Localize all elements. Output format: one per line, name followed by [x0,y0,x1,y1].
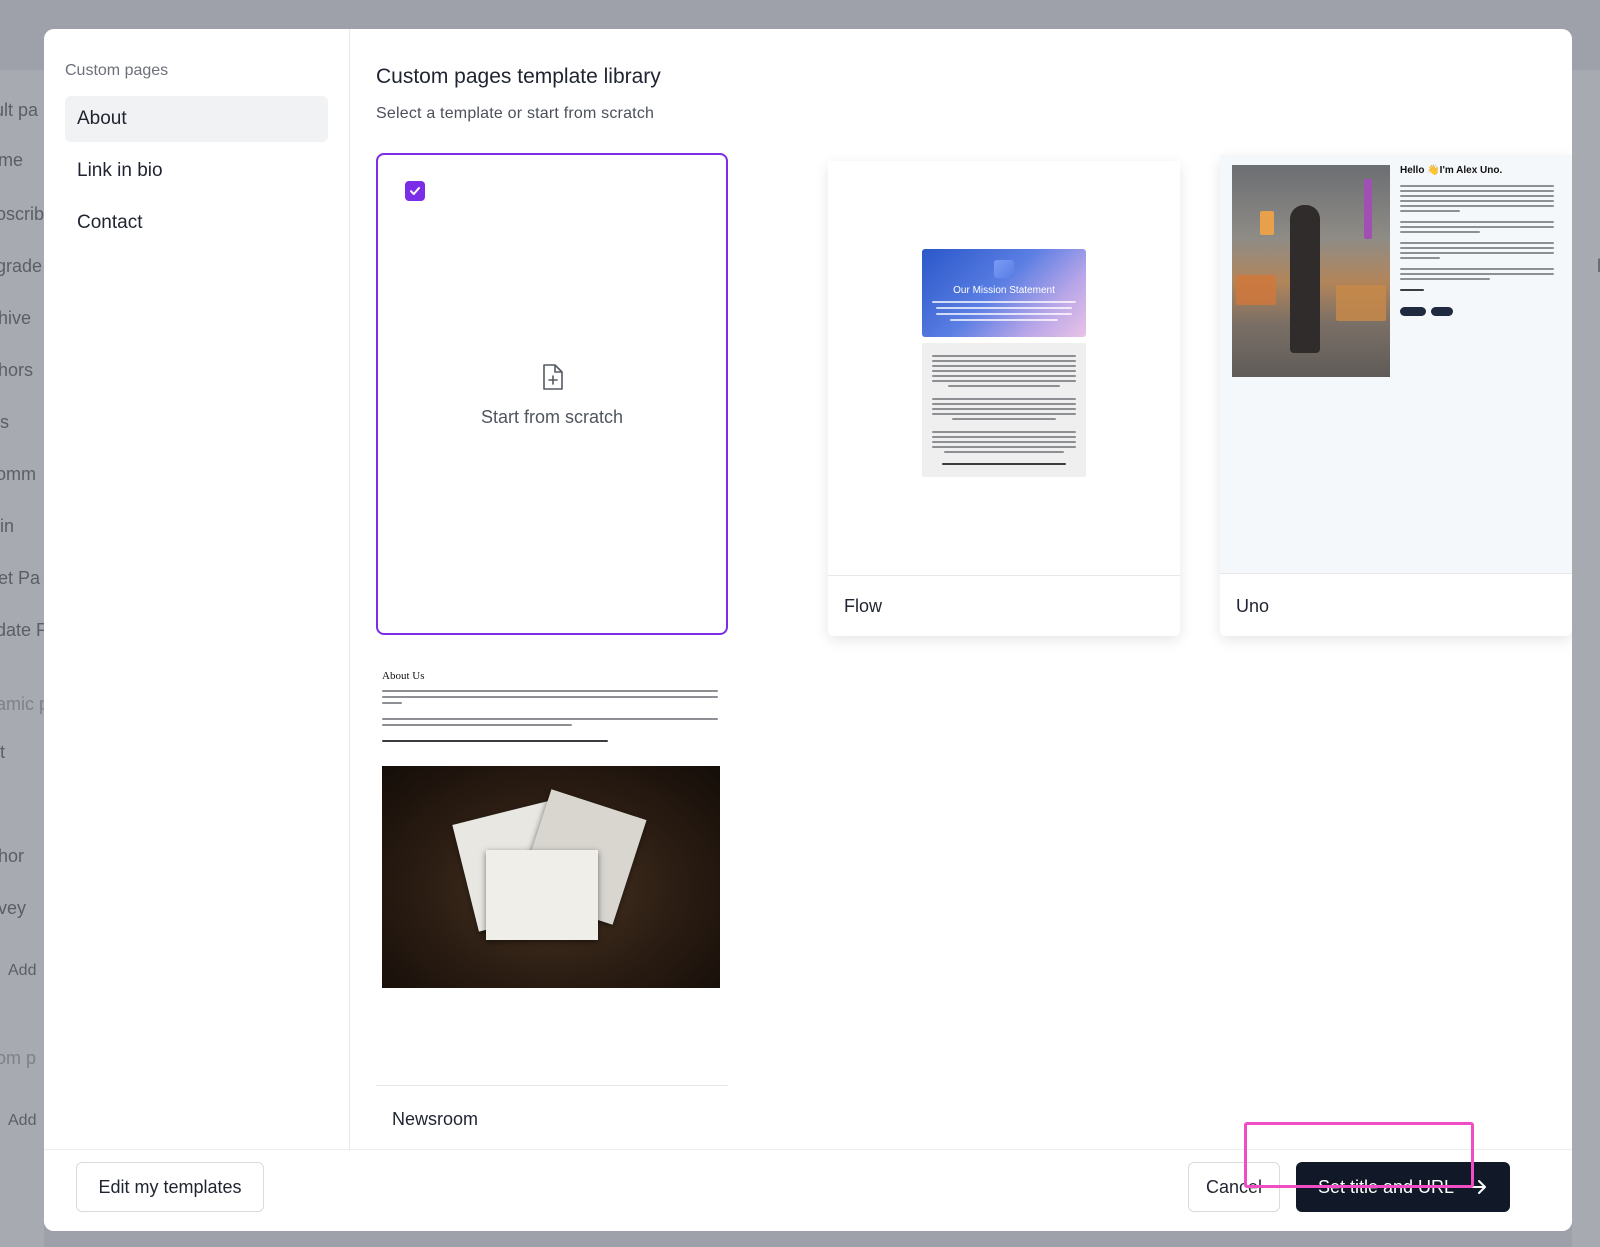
page-title: Custom pages template library [376,65,661,88]
edit-templates-button[interactable]: Edit my templates [76,1162,264,1212]
cancel-button[interactable]: Cancel [1188,1162,1280,1212]
template-card-newsroom[interactable]: About Us Newsroom [376,666,728,1136]
template-card-uno[interactable]: Hello 👋I'm Alex Uno. Uno [1220,155,1572,636]
sidebar-item-about[interactable]: About [65,96,328,142]
bg-item: grade [0,256,43,276]
template-card-scratch[interactable]: Start from scratch [376,153,728,635]
modal-sidebar: Custom pages About Link in bio Contact [44,29,350,1149]
bg-item: omm [0,464,36,484]
bg-item: t [0,742,6,762]
bg-item: s [0,412,9,432]
sidebar-title: Custom pages [65,62,169,79]
bg-item: om p [0,1048,37,1068]
bg-item: date P [0,620,44,640]
bg-item: Add [8,962,37,979]
newsroom-preview-title: About Us [382,670,425,682]
flow-preview-title: Our Mission Statement [953,285,1055,296]
template-library-modal: Custom pages About Link in bio Contact C… [44,29,1572,1231]
flow-label: Flow [844,596,883,616]
bg-item: hors [0,360,34,380]
uno-preview: Hello 👋I'm Alex Uno. [1220,155,1572,574]
sidebar-item-contact[interactable]: Contact [65,200,328,246]
uno-preview-title: Hello 👋I'm Alex Uno. [1400,165,1503,176]
sidebar-item-link-in-bio[interactable]: Link in bio [65,148,328,194]
bg-item: ult pa [0,100,39,120]
selected-checkbox[interactable] [405,181,425,201]
bg-item: in [0,516,15,536]
set-title-and-url-button[interactable]: Set title and URL [1296,1162,1510,1212]
newsroom-label: Newsroom [392,1109,479,1129]
template-library: Custom pages template library Select a t… [350,29,1572,1149]
bg-item: vey [0,898,27,918]
uno-preview-photo [1232,165,1390,377]
file-plus-icon [543,364,563,390]
flow-preview: Our Mission Statement [828,161,1180,576]
newsroom-preview: About Us [376,666,728,1086]
bg-item: hive [0,308,32,328]
uno-label: Uno [1236,596,1270,616]
flow-preview-hero: Our Mission Statement [922,249,1086,337]
bg-item: hor [0,846,25,866]
bg-item: Add [8,1112,37,1129]
page-subtitle: Select a template or start from scratch [376,105,655,122]
background-right-panel: loc [1572,70,1600,1247]
newsroom-preview-photo [382,766,720,988]
set-title-and-url-label: Set title and URL [1317,1176,1455,1197]
template-card-flow[interactable]: Our Mission Statement Flow [828,161,1180,636]
arrow-right-icon [1469,1180,1487,1194]
background-sidebar: ult pa me oscrib grade hive hors s omm i… [0,70,44,1247]
check-icon [410,187,420,195]
bg-item: me [0,150,24,170]
bg-item: amic p [0,694,44,714]
bg-item: oscrib [0,204,44,224]
bg-item: et Pa [0,568,41,588]
scratch-label: Start from scratch [480,407,624,427]
modal-footer: Edit my templates Cancel Set title and U… [44,1149,1572,1231]
flow-preview-body [922,343,1086,477]
